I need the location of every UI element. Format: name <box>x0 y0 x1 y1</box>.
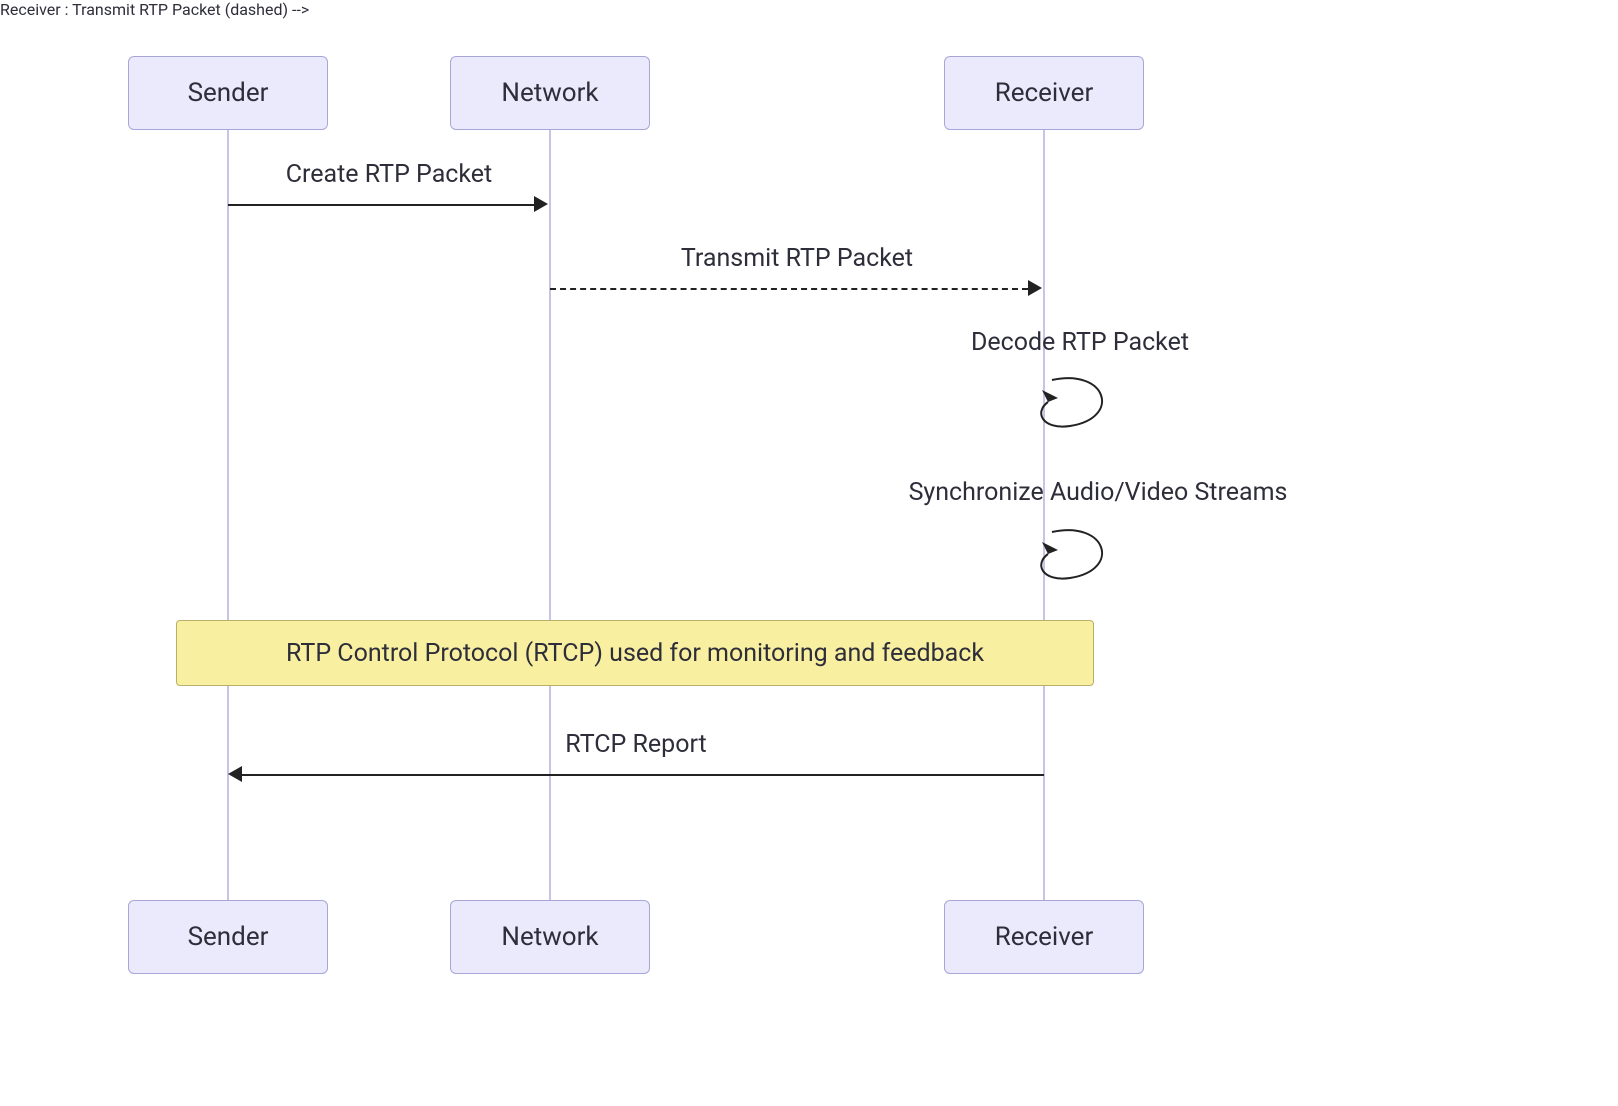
actor-label: Sender <box>188 78 269 108</box>
arrowhead-icon <box>228 766 242 782</box>
actor-label: Receiver <box>995 78 1094 108</box>
message-arrow <box>228 204 534 206</box>
self-message-loop <box>1012 520 1122 590</box>
actor-label: Receiver <box>995 922 1094 952</box>
actor-label: Sender <box>188 922 269 952</box>
message-label: RTCP Report <box>228 730 1044 759</box>
sequence-diagram: Sender Network Receiver Create RTP Packe… <box>0 0 1618 1106</box>
actor-sender-top: Sender <box>128 56 328 130</box>
self-message-loop <box>1012 368 1122 438</box>
message-label: Transmit RTP Packet <box>550 244 1044 273</box>
actor-network-bottom: Network <box>450 900 650 974</box>
lifeline-sender <box>227 130 229 900</box>
actor-receiver-bottom: Receiver <box>944 900 1144 974</box>
message-label: Synchronize Audio/Video Streams <box>868 478 1328 507</box>
actor-sender-bottom: Sender <box>128 900 328 974</box>
arrowhead-icon <box>1028 280 1042 296</box>
actor-label: Network <box>501 78 598 108</box>
message-arrow-dashed <box>550 288 1028 290</box>
note-text: RTP Control Protocol (RTCP) used for mon… <box>286 639 984 668</box>
arrowhead-icon <box>534 196 548 212</box>
actor-receiver-top: Receiver <box>944 56 1144 130</box>
actor-label: Network <box>501 922 598 952</box>
actor-network-top: Network <box>450 56 650 130</box>
note-over: RTP Control Protocol (RTCP) used for mon… <box>176 620 1094 686</box>
message-label: Decode RTP Packet <box>920 328 1240 357</box>
message-label: Create RTP Packet <box>228 160 550 189</box>
message-arrow <box>242 774 1044 776</box>
